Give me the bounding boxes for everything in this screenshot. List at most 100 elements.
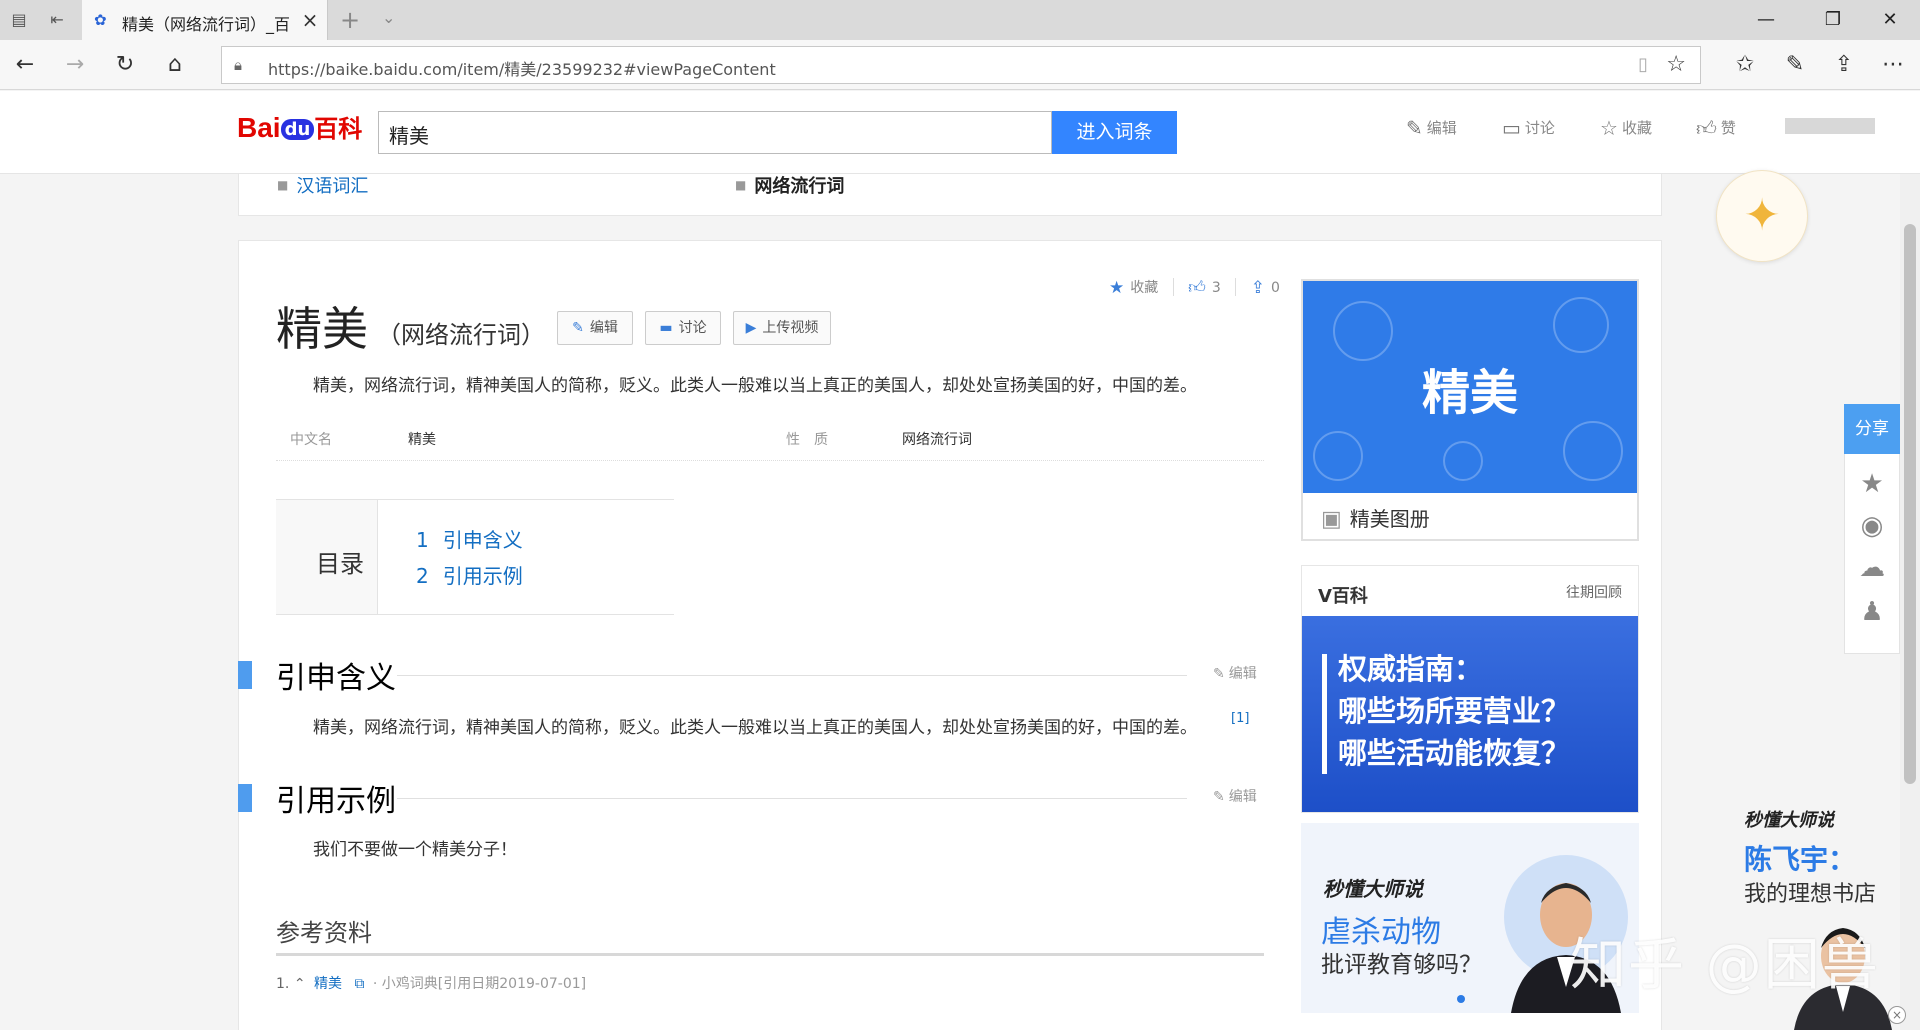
share-count: 0: [1271, 280, 1280, 296]
pencil-icon: ✎: [1406, 116, 1423, 140]
album-caption-label: 精美图册: [1349, 507, 1430, 531]
share-sidebar: 分享 ★ ◉ ☁ ♟: [1844, 404, 1900, 654]
share-link[interactable]: ⇪ 0: [1250, 278, 1280, 298]
baidu-baike-logo[interactable]: Bai du 百科: [237, 109, 362, 153]
section-edit-button[interactable]: ✎ 编辑: [1213, 663, 1257, 683]
vbaike-title: V百科: [1318, 586, 1368, 607]
reference-link[interactable]: 精美: [314, 976, 342, 992]
header-collect-button[interactable]: ☆ 收藏: [1600, 116, 1652, 140]
close-icon[interactable]: ×: [1888, 1006, 1906, 1024]
browser-navbar: ← → ↻ ⌂ 🔒︎ https://baike.baidu.com/item/…: [0, 40, 1920, 90]
section-title: 引用示例: [276, 784, 396, 819]
button-label: 讨论: [678, 320, 707, 336]
related-term-link[interactable]: ■ 汉语词汇: [277, 172, 368, 198]
references-title: 参考资料: [276, 919, 372, 947]
upload-video-button[interactable]: ▶ 上传视频: [733, 311, 831, 345]
header-tool-label: 赞: [1720, 119, 1736, 137]
decoration: [1443, 441, 1483, 481]
section-edit-label: 编辑: [1228, 789, 1257, 805]
back-arrow-icon[interactable]: ←: [10, 51, 40, 79]
tab-close-icon[interactable]: ×: [300, 8, 320, 32]
section-divider: [397, 798, 1187, 799]
refresh-icon[interactable]: ↻: [110, 51, 140, 79]
tab-actions-icon[interactable]: ▤: [8, 10, 30, 30]
star-icon[interactable]: ☆: [1666, 52, 1686, 77]
divider: [1235, 278, 1237, 296]
collect-link[interactable]: ★ 收藏: [1109, 278, 1158, 298]
toc-item[interactable]: 1 引申含义: [416, 524, 523, 553]
external-link-icon[interactable]: ⧉: [354, 976, 364, 992]
lock-icon: 🔒︎: [234, 56, 242, 74]
share-label[interactable]: 分享: [1844, 404, 1900, 454]
toc-item-label: 引用示例: [442, 564, 523, 588]
decoration: [1313, 431, 1363, 481]
vbaike-more-link[interactable]: 往期回顾: [1566, 582, 1622, 602]
star-icon: ★: [1109, 278, 1125, 298]
scrollbar-thumb[interactable]: [1904, 224, 1916, 784]
banner-stripe: [1322, 654, 1327, 774]
decoration: [1553, 297, 1609, 353]
section-divider: [397, 675, 1187, 676]
set-aside-tabs-icon[interactable]: ⇤: [46, 10, 68, 30]
chevron-down-icon[interactable]: ⌄: [382, 8, 395, 27]
discuss-button[interactable]: ▬ 讨论: [645, 311, 721, 345]
basic-info-value: 网络流行词: [902, 432, 972, 448]
maximize-button[interactable]: ❐: [1803, 4, 1863, 36]
reference-item: 1. ⌃ 精美 ⧉ · 小鸡词典[引用日期2019-07-01]: [276, 973, 586, 993]
section-marker: [238, 784, 252, 812]
minimize-button[interactable]: —: [1736, 4, 1796, 36]
qq-icon[interactable]: ♟: [1845, 597, 1899, 627]
home-icon[interactable]: ⌂: [160, 51, 190, 79]
promo-brand: 秒懂大师说: [1323, 877, 1423, 901]
edit-entry-button[interactable]: ✎ 编辑: [557, 311, 633, 345]
baidu-paw-icon: ✿: [94, 11, 107, 29]
enter-entry-button[interactable]: 进入词条: [1052, 111, 1177, 154]
browser-tab-active[interactable]: ✿ 精美（网络流行词）_百 ×: [82, 0, 328, 40]
header-edit-button[interactable]: ✎ 编辑: [1406, 116, 1457, 140]
related-term-label: 网络流行词: [754, 176, 845, 197]
caret-up-icon[interactable]: ⌃: [294, 976, 306, 992]
promo-subline: 批评教育够吗？: [1321, 952, 1482, 978]
tab-title: 精美（网络流行词）_百: [122, 15, 291, 34]
toc-item[interactable]: 2 引用示例: [416, 560, 523, 589]
url-text[interactable]: https://baike.baidu.com/item/精美/23599232…: [268, 56, 776, 80]
weibo-icon[interactable]: ◉: [1845, 511, 1899, 541]
user-name-blurred[interactable]: [1785, 118, 1875, 134]
header-discuss-button[interactable]: ▭ 讨论: [1502, 116, 1555, 140]
related-term-current: ■ 网络流行词: [735, 172, 844, 198]
section-edit-button[interactable]: ✎ 编辑: [1213, 786, 1257, 806]
logo-baike-text: 百科: [314, 115, 363, 143]
page-title: 精美: [276, 302, 368, 356]
button-label: 上传视频: [762, 320, 819, 336]
reading-view-icon[interactable]: ▯: [1638, 54, 1648, 75]
carousel-dot[interactable]: [1457, 995, 1465, 1003]
section-paragraph: 我们不要做一个精美分子！: [313, 840, 517, 860]
main-content: ★ 收藏 👍︎ 3 ⇪ 0 精美 （网络流行词） ✎ 编辑 ▬ 讨论 ▶ 上传视频 精美，网…: [238, 240, 1662, 1030]
page-subtitle: （网络流行词）: [377, 321, 545, 349]
star-icon[interactable]: ★: [1845, 469, 1899, 499]
vbaike-banner[interactable]: 权威指南： 哪些场所要营业？ 哪些活动能恢复？: [1302, 616, 1638, 812]
reference-source: · 小鸡词典[引用日期2019-07-01]: [372, 976, 587, 992]
address-bar[interactable]: 🔒︎ https://baike.baidu.com/item/精美/23599…: [221, 46, 1701, 84]
favorites-icon[interactable]: ✩: [1730, 51, 1760, 79]
album-cover-image[interactable]: 精美: [1303, 281, 1637, 493]
banner-text: 权威指南：: [1338, 652, 1484, 686]
vip-badge-icon[interactable]: ✦: [1716, 170, 1808, 262]
share-icon: ⇪: [1250, 278, 1265, 298]
section-paragraph: 精美，网络流行词，精神美国人的简称，贬义。此类人一般难以当上真正的美国人，却处处…: [313, 718, 1197, 738]
forward-arrow-icon[interactable]: →: [60, 51, 90, 79]
album-card[interactable]: 精美 ▣ 精美图册: [1301, 279, 1639, 541]
album-caption[interactable]: ▣ 精美图册: [1321, 503, 1430, 532]
more-icon[interactable]: ⋯: [1878, 51, 1908, 79]
wechat-icon[interactable]: ☁: [1845, 553, 1899, 583]
like-link[interactable]: 👍︎ 3: [1188, 278, 1221, 298]
divider: [1172, 278, 1174, 296]
close-window-button[interactable]: ✕: [1860, 4, 1920, 36]
citation-link[interactable]: [1]: [1231, 711, 1249, 726]
header-like-button[interactable]: 👍︎ 赞: [1696, 116, 1736, 141]
bullet: ■: [277, 178, 289, 192]
pen-icon[interactable]: ✎: [1780, 51, 1810, 79]
share-icon[interactable]: ⇪: [1829, 51, 1859, 79]
new-tab-icon[interactable]: +: [340, 6, 360, 34]
search-input[interactable]: 精美: [378, 111, 1052, 154]
